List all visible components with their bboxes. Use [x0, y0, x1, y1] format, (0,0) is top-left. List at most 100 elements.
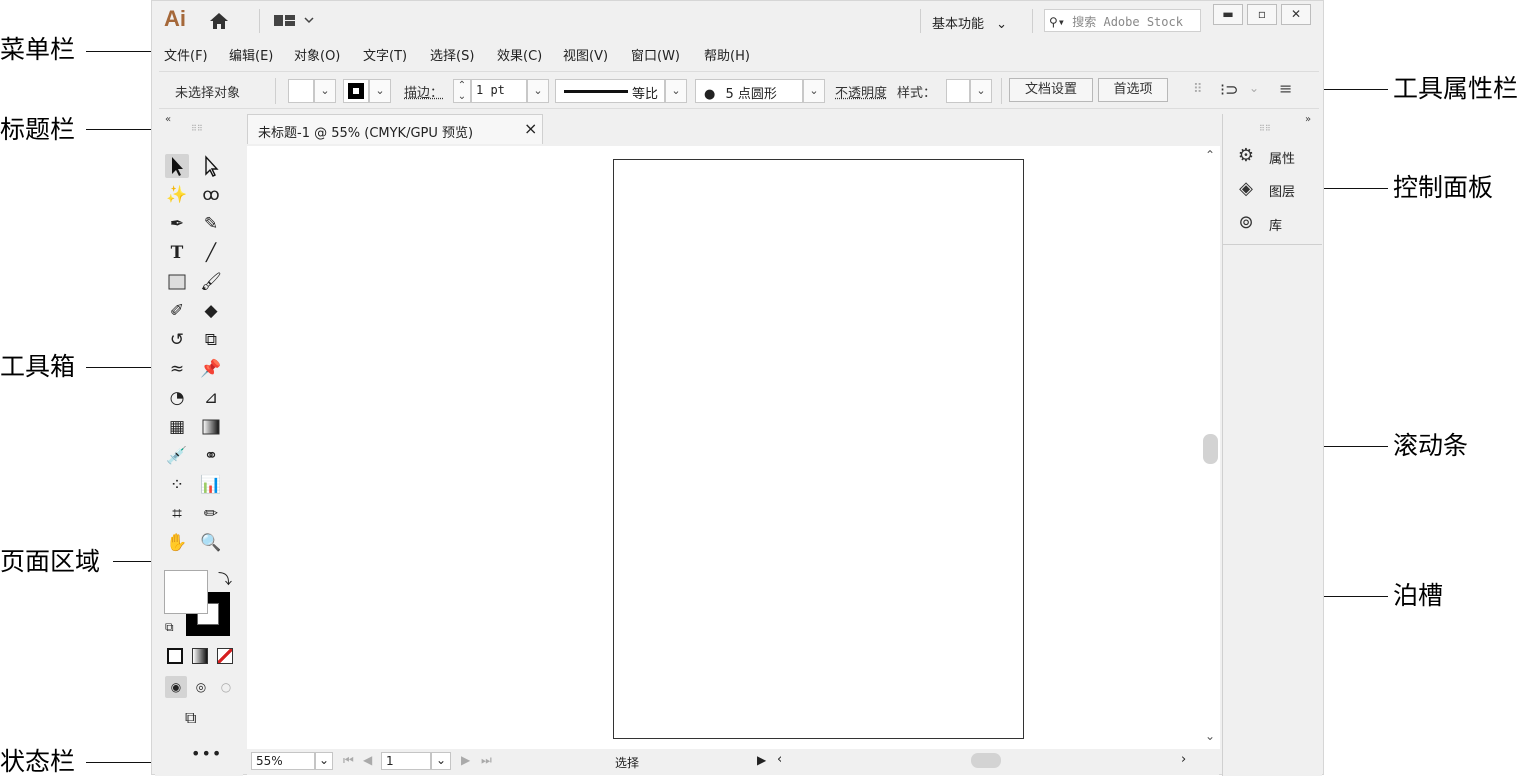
- scroll-left-icon[interactable]: ‹: [777, 752, 782, 767]
- direct-selection-tool-icon[interactable]: [199, 154, 223, 178]
- document-setup-button[interactable]: 文档设置: [1009, 78, 1093, 102]
- brush-dropdown[interactable]: ⌄: [803, 79, 825, 103]
- scale-tool-icon[interactable]: ⧉: [199, 328, 223, 352]
- vertical-scroll-thumb[interactable]: [1203, 434, 1218, 464]
- gradient-tool-icon[interactable]: [199, 415, 223, 439]
- fill-color-swatch[interactable]: [164, 570, 208, 614]
- drag-handle-icon[interactable]: ⠿⠿: [191, 124, 203, 133]
- hand-tool-icon[interactable]: ✋: [165, 531, 189, 555]
- shaper-tool-icon[interactable]: ✐: [165, 299, 189, 323]
- artboard-number-field[interactable]: 1: [381, 752, 431, 770]
- next-artboard-icon[interactable]: ▶: [461, 753, 470, 767]
- artboard[interactable]: [613, 159, 1024, 739]
- preferences-button[interactable]: 首选项: [1098, 78, 1168, 102]
- first-artboard-icon[interactable]: ⏮: [343, 753, 354, 768]
- default-fill-stroke-icon[interactable]: ⧉: [165, 620, 174, 635]
- menu-help[interactable]: 帮助(H): [704, 45, 750, 64]
- zoom-dropdown[interactable]: ⌄: [315, 752, 333, 770]
- stroke-stepper[interactable]: ⌃ ⌄: [453, 79, 471, 103]
- document-tab[interactable]: 未标题-1 @ 55% (CMYK/GPU 预览) ×: [247, 114, 543, 144]
- menu-window[interactable]: 窗口(W): [631, 45, 680, 64]
- fill-swatch[interactable]: [288, 79, 314, 103]
- scroll-up-icon[interactable]: ⌃: [1205, 148, 1215, 162]
- brush-definition[interactable]: ● 5 点圆形: [695, 79, 803, 103]
- eraser-tool-icon[interactable]: ◆: [199, 299, 223, 323]
- stroke-weight-dropdown[interactable]: ⌄: [527, 79, 549, 103]
- fill-dropdown[interactable]: ⌄: [314, 79, 336, 103]
- symbol-sprayer-tool-icon[interactable]: ⁘: [165, 473, 189, 497]
- line-segment-tool-icon[interactable]: ╱: [199, 241, 223, 265]
- close-window-button[interactable]: ✕: [1281, 4, 1311, 25]
- magic-wand-tool-icon[interactable]: ✨: [165, 183, 189, 207]
- opacity-label[interactable]: 不透明度: [835, 82, 887, 101]
- variable-width-profile[interactable]: 等比: [555, 79, 665, 103]
- maximize-button[interactable]: ▫: [1247, 4, 1277, 25]
- artboard-tool-icon[interactable]: ⌗: [165, 502, 189, 526]
- chevron-down-icon[interactable]: ⌄: [1249, 81, 1259, 95]
- transform-icon[interactable]: ⁝⊃: [1220, 80, 1239, 99]
- stroke-dropdown[interactable]: ⌄: [369, 79, 391, 103]
- align-grid-icon[interactable]: ⠿: [1193, 82, 1203, 97]
- swap-fill-stroke-icon[interactable]: ⤵: [218, 569, 232, 589]
- canvas-area[interactable]: [247, 146, 1219, 749]
- color-mode-icon[interactable]: [167, 648, 183, 664]
- panel-libraries[interactable]: ⊚ 库: [1233, 211, 1318, 235]
- stock-search-input[interactable]: ⚲▾ 搜索 Adobe Stock: [1044, 9, 1201, 32]
- pen-tool-icon[interactable]: ✒: [165, 212, 189, 236]
- shape-builder-tool-icon[interactable]: ◔: [165, 386, 189, 410]
- type-tool-icon[interactable]: T: [165, 241, 189, 265]
- control-menu-icon[interactable]: ≡: [1279, 79, 1292, 98]
- panel-properties[interactable]: ⚙ 属性: [1233, 144, 1318, 168]
- graphic-style-swatch[interactable]: [946, 79, 970, 103]
- menu-select[interactable]: 选择(S): [430, 45, 474, 64]
- vertical-scrollbar[interactable]: ⌃ ⌄: [1202, 146, 1220, 749]
- zoom-tool-icon[interactable]: 🔍: [199, 531, 223, 555]
- previous-artboard-icon[interactable]: ◀: [363, 753, 372, 767]
- artboard-dropdown[interactable]: ⌄: [431, 752, 451, 770]
- draw-inside-icon[interactable]: ○: [215, 676, 237, 698]
- warp-tool-icon[interactable]: ≈: [165, 357, 189, 381]
- collapse-icon[interactable]: »: [1305, 114, 1311, 125]
- stroke-swatch[interactable]: [343, 79, 369, 103]
- collapse-icon[interactable]: «: [165, 114, 171, 125]
- home-icon[interactable]: [208, 11, 230, 35]
- selection-tool-icon[interactable]: [165, 154, 189, 178]
- column-graph-tool-icon[interactable]: 📊: [199, 473, 223, 497]
- stroke-weight-field[interactable]: 1 pt: [471, 79, 527, 103]
- last-artboard-icon[interactable]: ⏭: [481, 753, 492, 768]
- stroke-label[interactable]: 描边：: [404, 82, 443, 101]
- blend-tool-icon[interactable]: ⚭: [199, 444, 223, 468]
- draw-normal-icon[interactable]: ◉: [165, 676, 187, 698]
- curvature-tool-icon[interactable]: ✎: [199, 212, 223, 236]
- drag-handle-icon[interactable]: ⠿⠿: [1259, 124, 1271, 133]
- screen-mode-icon[interactable]: ⧉: [185, 708, 196, 728]
- gradient-mode-icon[interactable]: [192, 648, 208, 664]
- zoom-field[interactable]: 55%: [251, 752, 315, 770]
- status-menu-icon[interactable]: ▶: [757, 753, 766, 767]
- close-tab-icon[interactable]: ×: [524, 119, 537, 138]
- menu-view[interactable]: 视图(V): [563, 45, 608, 64]
- arrange-documents-icon[interactable]: [274, 13, 318, 33]
- menu-file[interactable]: 文件(F): [164, 45, 208, 64]
- workspace-switcher[interactable]: 基本功能 ⌄: [932, 13, 1007, 32]
- rotate-tool-icon[interactable]: ↺: [165, 328, 189, 352]
- menu-object[interactable]: 对象(O): [294, 45, 340, 64]
- lasso-tool-icon[interactable]: ꝏ: [199, 183, 223, 207]
- slice-tool-icon[interactable]: ✏: [199, 502, 223, 526]
- more-tools-icon[interactable]: •••: [191, 744, 222, 763]
- paintbrush-tool-icon[interactable]: 🖌: [199, 270, 223, 294]
- graphic-style-dropdown[interactable]: ⌄: [970, 79, 992, 103]
- menu-type[interactable]: 文字(T): [363, 45, 407, 64]
- panel-layers[interactable]: ◈ 图层: [1233, 177, 1318, 201]
- minimize-button[interactable]: ▬: [1213, 4, 1243, 25]
- perspective-grid-tool-icon[interactable]: ⊿: [199, 386, 223, 410]
- menu-edit[interactable]: 编辑(E): [229, 45, 273, 64]
- horizontal-scroll-thumb[interactable]: [971, 753, 1001, 768]
- scroll-right-icon[interactable]: ›: [1181, 752, 1186, 767]
- draw-behind-icon[interactable]: ◎: [190, 676, 212, 698]
- profile-dropdown[interactable]: ⌄: [665, 79, 687, 103]
- rectangle-tool-icon[interactable]: [165, 270, 189, 294]
- mesh-tool-icon[interactable]: ▦: [165, 415, 189, 439]
- eyedropper-tool-icon[interactable]: 💉: [165, 444, 189, 468]
- menu-effect[interactable]: 效果(C): [497, 45, 542, 64]
